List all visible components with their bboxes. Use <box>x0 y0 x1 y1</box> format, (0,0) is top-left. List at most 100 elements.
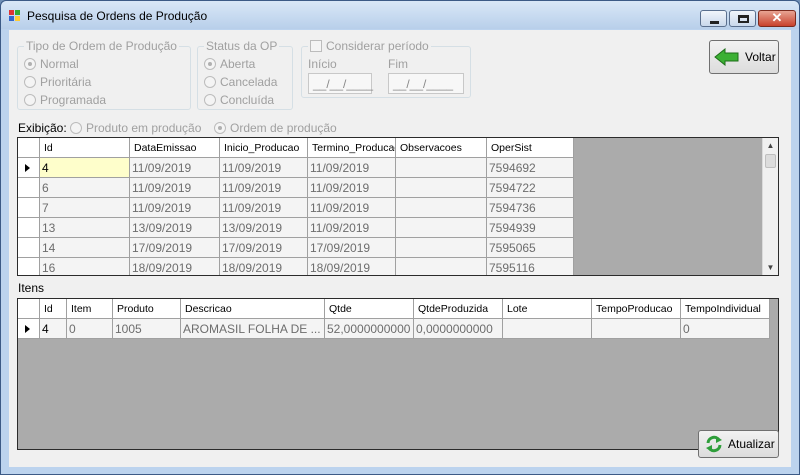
inicio-date-input[interactable]: __/__/____ <box>308 73 373 94</box>
orders-cell[interactable]: 17/09/2019 <box>308 238 396 258</box>
close-button[interactable]: ✕ <box>758 10 796 27</box>
orders-cell[interactable]: 11/09/2019 <box>130 198 220 218</box>
orders-row-header[interactable] <box>18 258 40 275</box>
items-col-descricao[interactable]: Descricao <box>181 299 325 319</box>
orders-table-row[interactable]: 6 11/09/2019 11/09/2019 11/09/2019 7594722 <box>18 178 574 198</box>
orders-col-id[interactable]: Id <box>40 138 130 158</box>
voltar-button[interactable]: Voltar <box>709 40 779 74</box>
items-col-tempoproducao[interactable]: TempoProducao <box>592 299 681 319</box>
items-col-item[interactable]: Item <box>67 299 113 319</box>
orders-cell[interactable]: 18/09/2019 <box>308 258 396 275</box>
orders-cell[interactable]: 11/09/2019 <box>130 178 220 198</box>
orders-cell[interactable]: 17/09/2019 <box>130 238 220 258</box>
items-col-tempoindividual[interactable]: TempoIndividual <box>681 299 770 319</box>
orders-cell[interactable]: 7594692 <box>487 158 574 178</box>
orders-col-observacoes[interactable]: Observacoes <box>396 138 487 158</box>
orders-cell[interactable]: 18/09/2019 <box>220 258 308 275</box>
orders-table-row[interactable]: 4 11/09/2019 11/09/2019 11/09/2019 7594692 <box>18 158 574 178</box>
radio-status-cancelada[interactable]: Cancelada <box>204 75 277 89</box>
items-cell[interactable]: 0 <box>67 319 113 339</box>
items-col-qtde[interactable]: Qtde <box>325 299 414 319</box>
radio-tipo-programada[interactable]: Programada <box>24 93 106 107</box>
orders-row-header[interactable] <box>18 158 40 178</box>
orders-cell[interactable]: 16 <box>40 258 130 275</box>
radio-tipo-normal[interactable]: Normal <box>24 57 79 71</box>
orders-cell[interactable]: 11/09/2019 <box>220 198 308 218</box>
orders-cell[interactable]: 7595065 <box>487 238 574 258</box>
app-icon <box>9 10 21 22</box>
maximize-button[interactable] <box>729 10 756 27</box>
fim-date-input[interactable]: __/__/____ <box>388 73 464 94</box>
orders-cell[interactable] <box>396 218 487 238</box>
periodo-checkbox[interactable]: Considerar período <box>308 39 431 53</box>
orders-cell[interactable]: 11/09/2019 <box>220 158 308 178</box>
orders-cell[interactable]: 7 <box>40 198 130 218</box>
orders-cell[interactable] <box>396 198 487 218</box>
orders-table-row[interactable]: 16 18/09/2019 18/09/2019 18/09/2019 7595116 <box>18 258 574 275</box>
items-cell[interactable]: 4 <box>40 319 67 339</box>
radio-tipo-prioritaria[interactable]: Prioritária <box>24 75 91 89</box>
items-cell[interactable]: 0 <box>681 319 770 339</box>
items-cell[interactable] <box>592 319 681 339</box>
atualizar-button[interactable]: Atualizar <box>698 430 779 458</box>
items-cell[interactable] <box>503 319 592 339</box>
orders-table-row[interactable]: 7 11/09/2019 11/09/2019 11/09/2019 7594736 <box>18 198 574 218</box>
orders-cell[interactable] <box>396 158 487 178</box>
orders-col-dataemissao[interactable]: DataEmissao <box>130 138 220 158</box>
orders-cell[interactable]: 4 <box>40 158 130 178</box>
minimize-button[interactable] <box>700 10 727 27</box>
items-grid[interactable]: Id Item Produto Descricao Qtde QtdeProdu… <box>17 298 779 450</box>
radio-status-concluida[interactable]: Concluída <box>204 93 274 107</box>
orders-grid-scrollbar[interactable]: ▲ ▼ <box>762 138 778 275</box>
items-col-id[interactable]: Id <box>40 299 67 319</box>
items-table-row[interactable]: 4 0 1005 AROMASIL FOLHA DE ... 52,0000000000… <box>18 319 770 339</box>
orders-cell[interactable] <box>396 178 487 198</box>
orders-cell[interactable]: 7594939 <box>487 218 574 238</box>
orders-cell[interactable]: 14 <box>40 238 130 258</box>
items-row-header[interactable] <box>18 319 40 339</box>
scroll-down-icon[interactable]: ▼ <box>763 260 778 275</box>
orders-table-row[interactable]: 13 13/09/2019 13/09/2019 11/09/2019 7594939 <box>18 218 574 238</box>
items-cell[interactable]: 0,0000000000 <box>414 319 503 339</box>
orders-cell[interactable]: 11/09/2019 <box>220 178 308 198</box>
orders-cell[interactable]: 7594722 <box>487 178 574 198</box>
orders-col-opersist[interactable]: OperSist <box>487 138 574 158</box>
items-col-produto[interactable]: Produto <box>113 299 181 319</box>
orders-cell[interactable]: 11/09/2019 <box>308 198 396 218</box>
orders-cell[interactable]: 13/09/2019 <box>220 218 308 238</box>
scroll-up-icon[interactable]: ▲ <box>763 138 778 153</box>
scroll-thumb[interactable] <box>765 154 776 168</box>
orders-grid[interactable]: Id DataEmissao Inicio_Producao Termino_P… <box>17 137 779 276</box>
orders-cell[interactable]: 11/09/2019 <box>130 158 220 178</box>
items-cell[interactable]: AROMASIL FOLHA DE ... <box>181 319 325 339</box>
orders-row-header[interactable] <box>18 198 40 218</box>
orders-cell[interactable] <box>396 258 487 275</box>
radio-exibicao-ordem[interactable]: Ordem de produção <box>214 121 337 135</box>
orders-cell[interactable]: 11/09/2019 <box>308 218 396 238</box>
orders-cell[interactable] <box>396 238 487 258</box>
orders-row-header[interactable] <box>18 178 40 198</box>
orders-cell[interactable]: 7594736 <box>487 198 574 218</box>
orders-cell[interactable]: 6 <box>40 178 130 198</box>
radio-status-aberta[interactable]: Aberta <box>204 57 255 71</box>
orders-cell[interactable]: 13/09/2019 <box>130 218 220 238</box>
items-cell[interactable]: 52,0000000000 <box>325 319 414 339</box>
orders-cell[interactable]: 18/09/2019 <box>130 258 220 275</box>
radio-exibicao-produto-dot <box>70 122 82 134</box>
orders-cell[interactable]: 11/09/2019 <box>308 158 396 178</box>
items-col-qtdeproduzida[interactable]: QtdeProduzida <box>414 299 503 319</box>
orders-cell[interactable]: 11/09/2019 <box>308 178 396 198</box>
radio-exibicao-produto[interactable]: Produto em produção <box>70 121 201 135</box>
items-cell[interactable]: 1005 <box>113 319 181 339</box>
orders-cell[interactable]: 7595116 <box>487 258 574 275</box>
orders-col-termino[interactable]: Termino_Producao <box>308 138 396 158</box>
orders-col-inicio[interactable]: Inicio_Producao <box>220 138 308 158</box>
orders-row-header[interactable] <box>18 238 40 258</box>
orders-row-header[interactable] <box>18 218 40 238</box>
orders-cell[interactable]: 17/09/2019 <box>220 238 308 258</box>
orders-cell[interactable]: 13 <box>40 218 130 238</box>
periodo-group: Considerar período Início Fim __/__/____… <box>301 39 471 98</box>
orders-table-row[interactable]: 14 17/09/2019 17/09/2019 17/09/2019 7595065 <box>18 238 574 258</box>
items-col-lote[interactable]: Lote <box>503 299 592 319</box>
title-bar[interactable]: Pesquisa de Ordens de Produção ✕ <box>1 1 799 29</box>
